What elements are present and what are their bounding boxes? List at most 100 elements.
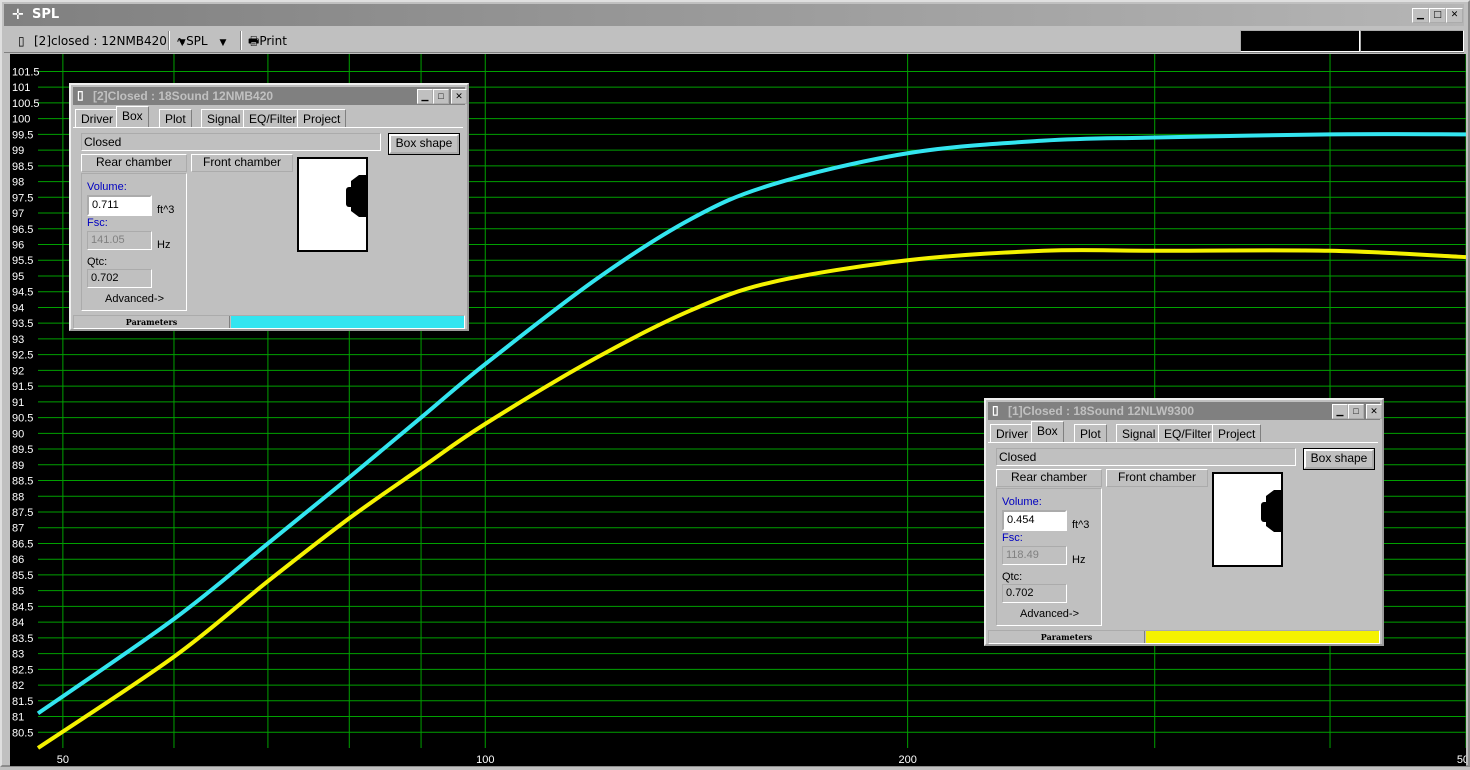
front-chamber-button[interactable]: Front chamber: [191, 154, 293, 172]
y-tick-label: 81: [12, 712, 24, 724]
advanced-button[interactable]: Advanced->: [105, 293, 164, 305]
box-shape-preview: [1212, 472, 1283, 567]
tab-signal[interactable]: Signal: [1116, 424, 1162, 443]
printer-icon: 🖶: [248, 34, 260, 48]
maximize-button[interactable]: □: [1429, 8, 1446, 23]
y-tick-label: 90: [12, 428, 24, 440]
y-tick-label: 81.5: [12, 696, 33, 708]
tab-driver[interactable]: Driver: [990, 424, 1034, 443]
y-tick-label: 89.5: [12, 444, 33, 456]
print-button[interactable]: 🖶Print: [248, 32, 287, 50]
box-type-field: Closed: [996, 448, 1296, 466]
qtc-field: 0.702: [1002, 584, 1067, 603]
child-title: [2]Closed : 18Sound 12NMB420: [93, 89, 274, 103]
readout-box-1: [1240, 30, 1360, 52]
speaker-icon: ▯: [77, 88, 84, 102]
x-tick-label: 100: [476, 754, 494, 766]
plot-selector[interactable]: ∿SPL ▼: [176, 32, 226, 50]
plot-selector-label: SPL: [186, 34, 208, 48]
tab-plot[interactable]: Plot: [1074, 424, 1107, 443]
tab-box[interactable]: Box: [116, 106, 149, 128]
qtc-label: Qtc:: [1002, 571, 1023, 583]
y-tick-label: 80.5: [12, 727, 33, 739]
y-tick-label: 93.5: [12, 318, 33, 330]
tab-project[interactable]: Project: [1212, 424, 1262, 443]
box-shape-button[interactable]: Box shape: [1304, 449, 1374, 469]
y-tick-label: 83.5: [12, 633, 33, 645]
box-shape-button[interactable]: Box shape: [389, 134, 459, 154]
y-tick-label: 94.5: [12, 287, 33, 299]
y-tick-label: 85.5: [12, 570, 33, 582]
close-button[interactable]: ✕: [1446, 8, 1463, 23]
maximize-button[interactable]: □: [1348, 404, 1364, 419]
status-label: Parameters: [989, 631, 1145, 643]
tab-underline: [988, 442, 1378, 443]
volume-unit: ft^3: [157, 204, 175, 216]
close-button[interactable]: ✕: [1366, 404, 1382, 419]
close-button[interactable]: ✕: [451, 89, 467, 104]
child-title-bar[interactable]: ▯ [2]Closed : 18Sound 12NMB420 ▁ □ ✕: [73, 87, 467, 105]
y-tick-label: 93: [12, 334, 24, 346]
tab-eq-filter[interactable]: EQ/Filter: [243, 109, 303, 128]
tab-driver[interactable]: Driver: [75, 109, 119, 128]
y-tick-label: 88.5: [12, 476, 33, 488]
y-tick-label: 101: [12, 82, 30, 94]
speaker-icon: ▯: [992, 403, 999, 417]
tab-underline: [73, 127, 463, 128]
tab-eq-filter[interactable]: EQ/Filter: [1158, 424, 1218, 443]
tab-project[interactable]: Project: [297, 109, 347, 128]
box-shape-preview: [297, 157, 368, 252]
minimize-button[interactable]: ▁: [417, 89, 433, 104]
project-selector[interactable]: [2]closed : 12NMB420 ▼: [34, 32, 186, 50]
y-tick-label: 84.5: [12, 601, 33, 613]
driver-icon: [1261, 490, 1281, 532]
minimize-button[interactable]: ▁: [1332, 404, 1348, 419]
y-tick-label: 100: [12, 114, 30, 126]
y-tick-label: 87: [12, 523, 24, 535]
tab-signal[interactable]: Signal: [201, 109, 247, 128]
driver-window-2: ▯ [2]Closed : 18Sound 12NMB420 ▁ □ ✕ Dri…: [69, 83, 469, 331]
title-bar[interactable]: ✛ SPL ▁ □ ✕: [4, 4, 1464, 26]
speaker-icon: ▯: [18, 34, 25, 48]
y-tick-label: 94: [12, 302, 24, 314]
minimize-button[interactable]: ▁: [1412, 8, 1429, 23]
tab-box[interactable]: Box: [1031, 421, 1064, 443]
child-title-bar[interactable]: ▯ [1]Closed : 18Sound 12NLW9300 ▁ □ ✕: [988, 402, 1382, 420]
fsc-field: 118.49: [1002, 546, 1067, 565]
volume-label: Volume:: [1002, 496, 1042, 508]
rear-chamber-button[interactable]: Rear chamber: [81, 154, 187, 172]
y-tick-label: 87.5: [12, 507, 33, 519]
readout-box-2: [1360, 30, 1464, 52]
volume-input[interactable]: 0.454: [1002, 510, 1067, 531]
maximize-button[interactable]: □: [433, 89, 449, 104]
volume-input[interactable]: 0.711: [87, 195, 152, 216]
status-label: Parameters: [74, 316, 230, 328]
y-tick-label: 96: [12, 240, 24, 252]
driver-window-1: ▯ [1]Closed : 18Sound 12NLW9300 ▁ □ ✕ Dr…: [984, 398, 1384, 646]
y-tick-label: 101.5: [12, 66, 40, 78]
status-bar: Parameters: [73, 315, 465, 329]
driver-icon: [346, 175, 366, 217]
y-tick-label: 91.5: [12, 381, 33, 393]
qtc-label: Qtc:: [87, 256, 108, 268]
y-tick-label: 92.5: [12, 350, 33, 362]
tab-plot[interactable]: Plot: [159, 109, 192, 128]
crosshair-icon: ✛: [12, 7, 24, 23]
advanced-button[interactable]: Advanced->: [1020, 608, 1079, 620]
box-type-field: Closed: [81, 133, 381, 151]
front-chamber-button[interactable]: Front chamber: [1106, 469, 1208, 487]
curve-color-swatch: [231, 316, 464, 328]
y-tick-label: 91: [12, 397, 24, 409]
y-tick-label: 96.5: [12, 224, 33, 236]
y-tick-label: 90.5: [12, 413, 33, 425]
y-tick-label: 82.5: [12, 664, 33, 676]
y-tick-label: 86: [12, 554, 24, 566]
y-tick-label: 98.5: [12, 161, 33, 173]
y-tick-label: 97.5: [12, 192, 33, 204]
child-title: [1]Closed : 18Sound 12NLW9300: [1008, 404, 1195, 418]
y-tick-label: 99.5: [12, 129, 33, 141]
y-tick-label: 97: [12, 208, 24, 220]
x-tick-label: 200: [898, 754, 916, 766]
fsc-unit: Hz: [1072, 554, 1086, 566]
rear-chamber-button[interactable]: Rear chamber: [996, 469, 1102, 487]
